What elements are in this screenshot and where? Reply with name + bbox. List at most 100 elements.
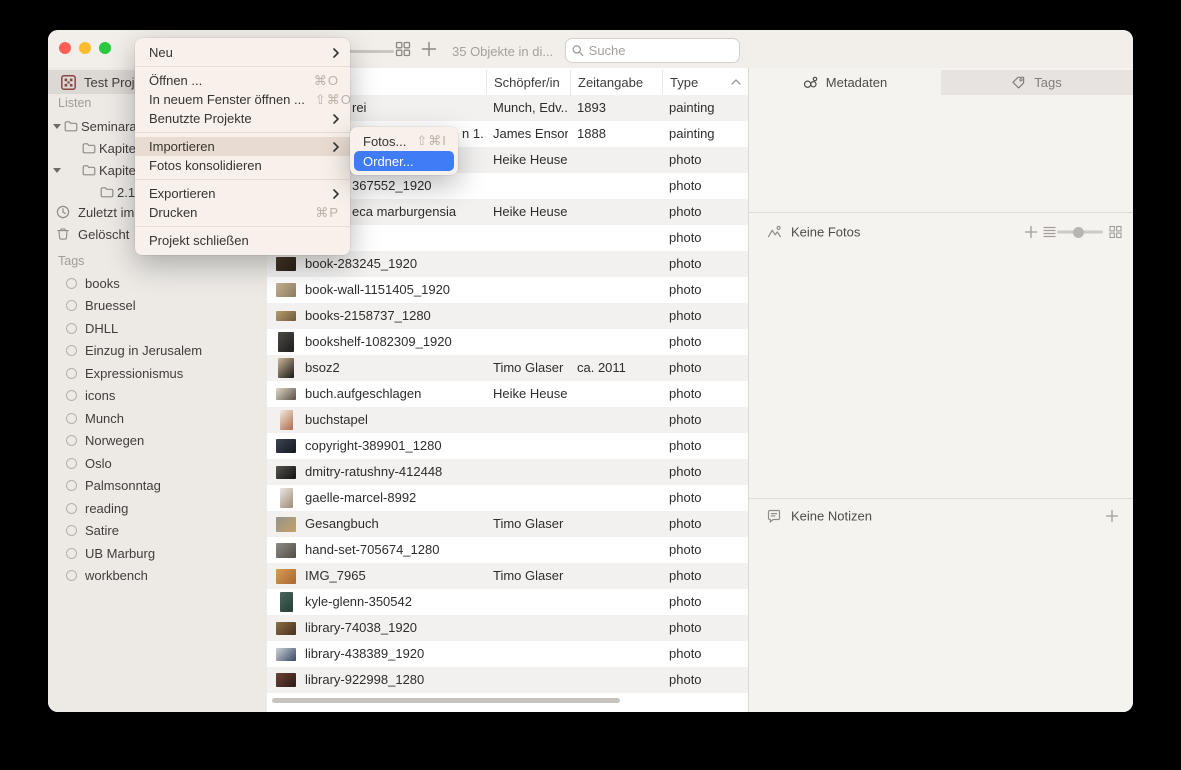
menu-item[interactable]: Drucken ⌘P <box>135 203 350 222</box>
table-row[interactable]: library-74038_1920 photo <box>267 615 748 641</box>
menu-item[interactable]: In neuem Fenster öffnen ... ⇧⌘O <box>135 90 350 109</box>
tab-metadata[interactable]: Metadaten <box>749 70 941 95</box>
table-row[interactable]: library-438389_1920 photo <box>267 641 748 667</box>
menu-item[interactable]: Öffnen ... ⌘O <box>135 71 350 90</box>
table-row[interactable]: gaelle-marcel-8992 photo <box>267 485 748 511</box>
menu-item[interactable]: Benutzte Projekte <box>135 109 350 128</box>
sidebar-tag-item[interactable]: UB Marburg <box>48 542 267 565</box>
sidebar-tag-item[interactable]: books <box>48 272 267 295</box>
row-type: photo <box>669 667 745 693</box>
menu-separator <box>135 226 350 227</box>
sidebar-tag-item[interactable]: Bruessel <box>48 295 267 318</box>
photo-size-slider[interactable] <box>1057 231 1103 234</box>
table-row[interactable]: bookshelf-1082309_1920 photo <box>267 329 748 355</box>
row-date: 1888 <box>577 121 659 147</box>
add-note-icon[interactable] <box>1105 509 1119 523</box>
row-title: library-438389_1920 <box>305 641 483 667</box>
sort-ascending-icon[interactable] <box>731 79 741 85</box>
table-row[interactable]: kyle-glenn-350542 photo <box>267 589 748 615</box>
sidebar-tag-item[interactable]: workbench <box>48 565 267 588</box>
sidebar-tag-item[interactable]: Satire <box>48 520 267 543</box>
sidebar-tag-item[interactable]: DHLL <box>48 317 267 340</box>
disclosure-triangle-icon[interactable] <box>53 168 61 173</box>
row-type: photo <box>669 511 745 537</box>
sidebar-tag-item[interactable]: Oslo <box>48 452 267 475</box>
search-field[interactable] <box>565 38 740 63</box>
tag-circle-icon <box>66 548 77 559</box>
list-view-icon[interactable] <box>1043 226 1056 238</box>
table-row[interactable]: dmitry-ratushny-412448 photo <box>267 459 748 485</box>
add-photo-icon[interactable] <box>1024 225 1038 239</box>
menu-item-label: Projekt schließen <box>149 233 339 248</box>
object-count: 35 Objekte in di... <box>452 44 553 59</box>
sidebar-tag-item[interactable]: Palmsonntag <box>48 475 267 498</box>
grid-view-icon[interactable] <box>395 41 411 57</box>
slider-knob[interactable] <box>1073 227 1084 238</box>
row-thumbnail <box>275 329 297 355</box>
photos-icon <box>767 226 782 239</box>
menu-item[interactable]: Fotos konsolidieren <box>135 156 350 175</box>
sidebar-item-label: Zuletzt im <box>78 205 134 220</box>
menu-item[interactable]: Exportieren <box>135 184 350 203</box>
row-creator <box>493 225 568 251</box>
tab-label: Tags <box>1034 75 1061 90</box>
sidebar-tag-item[interactable]: Norwegen <box>48 430 267 453</box>
table-row[interactable]: copyright-389901_1280 photo <box>267 433 748 459</box>
thumbnail-size-slider[interactable] <box>344 50 394 53</box>
row-date <box>577 459 659 485</box>
row-date <box>577 329 659 355</box>
menu-item[interactable]: Importieren <box>135 137 350 156</box>
sidebar-tag-item[interactable]: Munch <box>48 407 267 430</box>
submenu-item-label: Ordner... <box>363 154 445 169</box>
trash-icon <box>56 227 70 241</box>
table-row[interactable]: book-wall-1151405_1920 photo <box>267 277 748 303</box>
row-type: photo <box>669 563 745 589</box>
menu-item[interactable]: Projekt schließen <box>135 231 350 250</box>
minimize-button[interactable] <box>79 42 91 54</box>
menu-item-label: In neuem Fenster öffnen ... <box>149 92 305 107</box>
submenu-item-label: Fotos... <box>363 134 406 149</box>
table-row[interactable]: books-2158737_1280 photo <box>267 303 748 329</box>
tag-label: reading <box>85 501 128 516</box>
zoom-button[interactable] <box>99 42 111 54</box>
search-input[interactable] <box>589 43 733 58</box>
row-creator: Munch, Edv... <box>493 95 568 121</box>
sidebar-tag-item[interactable]: reading <box>48 497 267 520</box>
add-item-icon[interactable] <box>421 41 437 57</box>
row-creator <box>493 537 568 563</box>
sidebar-tag-item[interactable]: icons <box>48 385 267 408</box>
table-row[interactable]: buchstapel photo <box>267 407 748 433</box>
row-date: 1893 <box>577 95 659 121</box>
submenu-item[interactable]: Fotos... ⇧⌘I <box>354 131 454 151</box>
row-date: ca. 2011 <box>577 355 659 381</box>
tag-label: DHLL <box>85 321 118 336</box>
close-button[interactable] <box>59 42 71 54</box>
column-header-creator[interactable]: Schöpfer/in <box>486 70 570 95</box>
horizontal-scrollbar[interactable] <box>272 698 620 703</box>
tab-tags[interactable]: Tags <box>941 70 1133 95</box>
row-title: book-wall-1151405_1920 <box>305 277 483 303</box>
table-row[interactable]: IMG_7965 Timo Glaser photo <box>267 563 748 589</box>
table-row[interactable]: buch.aufgeschlagen Heike Heuser photo <box>267 381 748 407</box>
column-header-date[interactable]: Zeitangabe <box>570 70 662 95</box>
import-submenu: Fotos... ⇧⌘I Ordner... <box>350 127 458 175</box>
menu-item[interactable]: Neu <box>135 43 350 62</box>
row-date <box>577 537 659 563</box>
row-type: photo <box>669 381 745 407</box>
table-row[interactable]: library-922998_1280 photo <box>267 667 748 693</box>
sidebar-tag-item[interactable]: Expressionismus <box>48 362 267 385</box>
table-row[interactable]: bsoz2 Timo Glaser ca. 2011 photo <box>267 355 748 381</box>
disclosure-triangle-icon[interactable] <box>53 124 61 129</box>
submenu-item-shortcut: ⇧⌘I <box>416 133 447 149</box>
menu-item-label: Öffnen ... <box>149 73 304 88</box>
table-row[interactable]: Gesangbuch Timo Glaser photo <box>267 511 748 537</box>
menu-item-label: Drucken <box>149 205 305 220</box>
submenu-chevron-icon <box>333 114 339 124</box>
submenu-chevron-icon <box>333 142 339 152</box>
table-row[interactable]: hand-set-705674_1280 photo <box>267 537 748 563</box>
submenu-item[interactable]: Ordner... <box>354 151 454 171</box>
sidebar-tag-item[interactable]: Einzug in Jerusalem <box>48 340 267 363</box>
row-title: buch.aufgeschlagen <box>305 381 483 407</box>
row-creator <box>493 641 568 667</box>
photo-grid-icon[interactable] <box>1109 226 1122 239</box>
